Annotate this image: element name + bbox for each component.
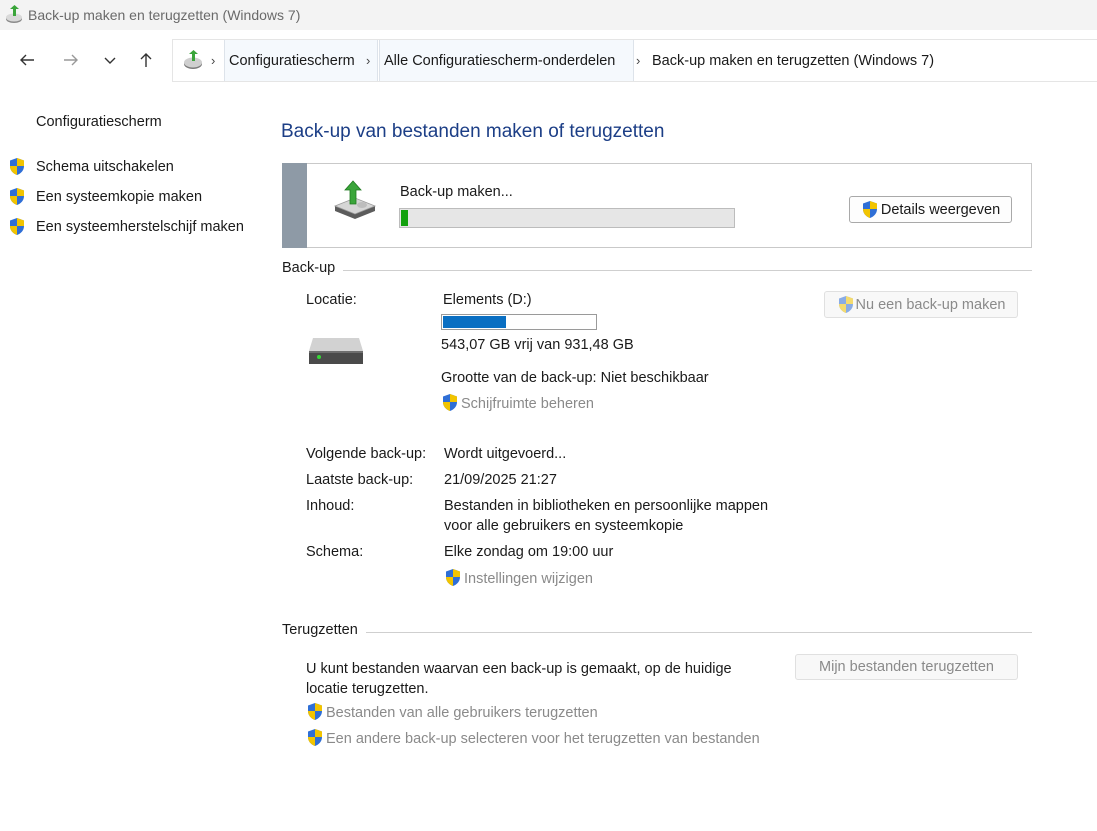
contents-label: Inhoud: bbox=[306, 498, 355, 514]
recent-locations-button[interactable] bbox=[96, 46, 124, 74]
page-title: Back-up van bestanden maken of terugzett… bbox=[281, 121, 665, 142]
arrow-left-icon bbox=[20, 54, 34, 66]
breadcrumb-label: Back-up maken en terugzetten (Windows 7) bbox=[652, 52, 935, 69]
arrow-right-icon bbox=[64, 54, 78, 66]
title-bar: Back-up maken en terugzetten (Windows 7) bbox=[0, 0, 1097, 30]
backup-location-icon bbox=[184, 50, 202, 69]
backup-now-button[interactable]: Nu een back-up maken bbox=[824, 291, 1018, 318]
breadcrumb-label: Alle Configuratiescherm-onderdelen bbox=[384, 52, 616, 69]
select-other-backup-link[interactable]: Een andere back-up selecteren voor het t… bbox=[326, 731, 760, 747]
progress-bar-fill bbox=[401, 210, 408, 226]
progress-panel-strip bbox=[282, 163, 307, 248]
uac-shield-icon bbox=[308, 703, 322, 720]
backup-size-text: Grootte van de back-up: Niet beschikbaar bbox=[441, 370, 709, 386]
next-backup-label: Volgende back-up: bbox=[306, 446, 427, 462]
uac-shield-icon bbox=[10, 158, 24, 175]
sidebar-item-disable-schedule[interactable]: Schema uitschakelen bbox=[36, 159, 174, 175]
details-button[interactable]: Details weergeven bbox=[849, 196, 1012, 223]
section-divider bbox=[343, 270, 1032, 271]
uac-shield-icon bbox=[10, 188, 24, 205]
backup-progress-bar bbox=[399, 208, 735, 228]
uac-shield-icon bbox=[838, 296, 853, 313]
uac-shield-icon bbox=[862, 201, 877, 218]
backup-now-label: Nu een back-up maken bbox=[855, 296, 1006, 313]
next-backup-value: Wordt uitgevoerd... bbox=[444, 446, 567, 462]
disk-usage-bar bbox=[441, 314, 597, 330]
restore-all-users-link[interactable]: Bestanden van alle gebruikers terugzette… bbox=[326, 705, 598, 721]
location-value: Elements (D:) bbox=[443, 292, 532, 308]
backup-section-title: Back-up bbox=[282, 260, 336, 276]
location-label: Locatie: bbox=[306, 292, 357, 308]
section-divider bbox=[366, 632, 1032, 633]
sidebar-item-repair-disc[interactable]: Een systeemherstelschijf maken bbox=[36, 219, 244, 235]
last-backup-label: Laatste back-up: bbox=[306, 472, 414, 488]
contents-value-line2: voor alle gebruikers en systeemkopie bbox=[444, 518, 684, 534]
backup-app-icon bbox=[6, 5, 22, 23]
restore-description-line2: locatie terugzetten. bbox=[306, 681, 429, 697]
disk-usage-fill bbox=[443, 316, 507, 328]
breadcrumb-separator-icon: › bbox=[211, 53, 216, 68]
up-button[interactable] bbox=[132, 46, 160, 74]
uac-shield-icon bbox=[10, 218, 24, 235]
free-space-text: 543,07 GB vrij van 931,48 GB bbox=[441, 337, 634, 353]
restore-section-title: Terugzetten bbox=[282, 622, 358, 638]
chevron-down-icon bbox=[104, 57, 116, 64]
backup-drive-icon bbox=[333, 180, 377, 219]
sidebar-home-link[interactable]: Configuratiescherm bbox=[36, 114, 162, 130]
hard-drive-icon bbox=[309, 338, 363, 364]
details-button-label: Details weergeven bbox=[880, 201, 1001, 218]
uac-shield-icon bbox=[446, 569, 460, 586]
breadcrumb-label: Configuratiescherm bbox=[229, 52, 355, 69]
arrow-up-icon bbox=[140, 53, 152, 67]
uac-shield-icon bbox=[308, 729, 322, 746]
breadcrumb-separator-icon: › bbox=[636, 53, 641, 68]
sidebar-item-system-image[interactable]: Een systeemkopie maken bbox=[36, 189, 202, 205]
uac-shield-icon bbox=[443, 394, 457, 411]
schedule-value: Elke zondag om 19:00 uur bbox=[444, 544, 614, 560]
restore-files-label: Mijn bestanden terugzetten bbox=[819, 659, 994, 675]
progress-label: Back-up maken... bbox=[400, 184, 513, 200]
restore-files-button[interactable]: Mijn bestanden terugzetten bbox=[795, 654, 1018, 680]
restore-description-line1: U kunt bestanden waarvan een back-up is … bbox=[306, 661, 732, 677]
breadcrumb-control-panel[interactable]: Configuratiescherm bbox=[224, 40, 378, 81]
schedule-label: Schema: bbox=[306, 544, 364, 560]
breadcrumb-separator-icon: › bbox=[366, 53, 371, 68]
last-backup-value: 21/09/2025 21:27 bbox=[444, 472, 557, 488]
contents-value: Bestanden in bibliotheken en persoonlijk… bbox=[444, 498, 769, 514]
change-settings-link[interactable]: Instellingen wijzigen bbox=[464, 571, 593, 587]
breadcrumb-all-items[interactable]: Alle Configuratiescherm-onderdelen bbox=[379, 40, 634, 81]
breadcrumb-backup-restore[interactable]: Back-up maken en terugzetten (Windows 7) bbox=[652, 40, 934, 81]
forward-button[interactable] bbox=[57, 46, 85, 74]
manage-space-link[interactable]: Schijfruimte beheren bbox=[461, 396, 594, 412]
back-button[interactable] bbox=[13, 46, 41, 74]
window-title: Back-up maken en terugzetten (Windows 7) bbox=[28, 7, 301, 23]
